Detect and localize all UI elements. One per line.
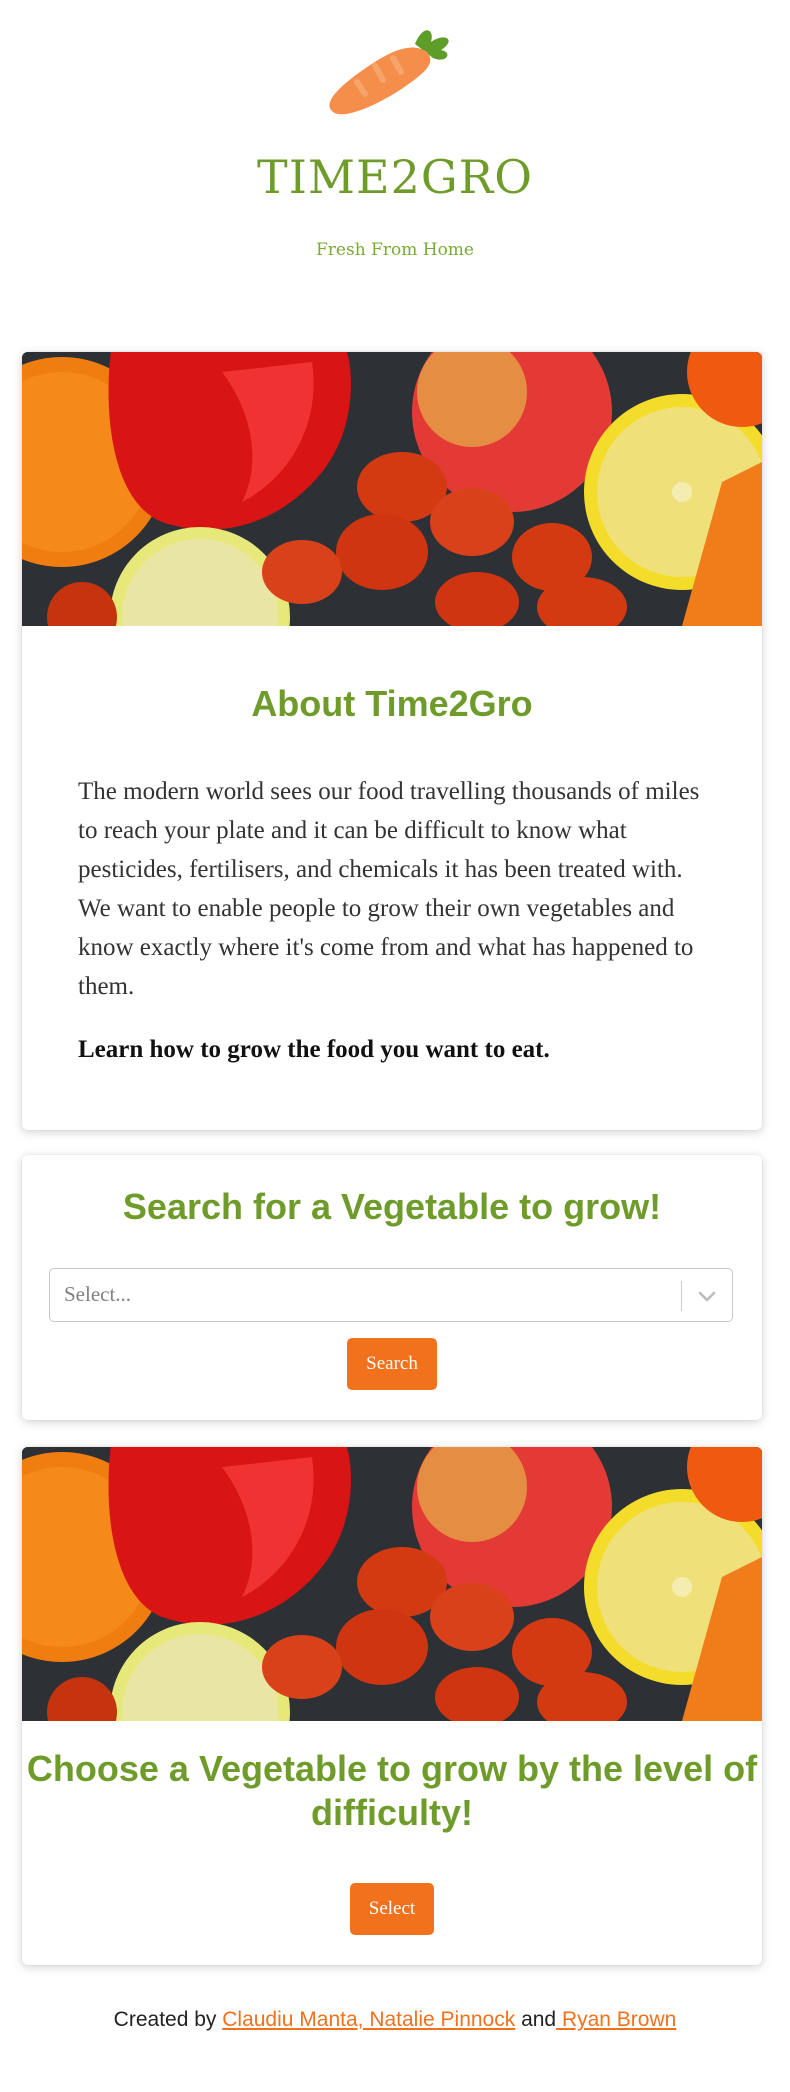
vegetables-photo — [22, 1447, 762, 1721]
footer-link-authors[interactable]: Claudiu Manta, Natalie Pinnock — [222, 2008, 515, 2031]
about-tagline: Learn how to grow the food you want to e… — [78, 1036, 550, 1063]
chevron-down-icon[interactable] — [696, 1285, 718, 1307]
search-button[interactable]: Search — [347, 1338, 437, 1390]
choose-card: Choose a Vegetable to grow by the level … — [22, 1447, 762, 1965]
about-heading: About Time2Gro — [251, 683, 533, 724]
search-heading: Search for a Vegetable to grow! — [122, 1186, 662, 1227]
footer-credits: Created by Claudiu Manta, Natalie Pinnoc… — [0, 2008, 790, 2032]
site-title: TIME2GRO — [257, 150, 533, 204]
footer-middle: and — [515, 2008, 557, 2031]
site-header: TIME2GRO Fresh From Home — [0, 0, 790, 300]
site-tagline: Fresh From Home — [316, 240, 474, 260]
choose-heading: Choose a Vegetable to grow by the level … — [26, 1748, 758, 1833]
carrot-icon — [315, 22, 455, 122]
vegetable-select[interactable]: Select... — [49, 1268, 733, 1322]
vegetables-photo — [22, 352, 762, 626]
footer-prefix: Created by — [113, 2008, 223, 2031]
footer-link-ryan-brown[interactable]: Ryan Brown — [556, 2008, 676, 2031]
about-text: The modern world sees our food travellin… — [78, 778, 700, 1000]
about-card: About Time2Gro The modern world sees our… — [22, 352, 762, 1130]
select-button[interactable]: Select — [350, 1883, 434, 1935]
select-placeholder: Select... — [64, 1282, 132, 1306]
search-card: Search for a Vegetable to grow! Select..… — [22, 1155, 762, 1420]
select-divider — [681, 1281, 682, 1311]
